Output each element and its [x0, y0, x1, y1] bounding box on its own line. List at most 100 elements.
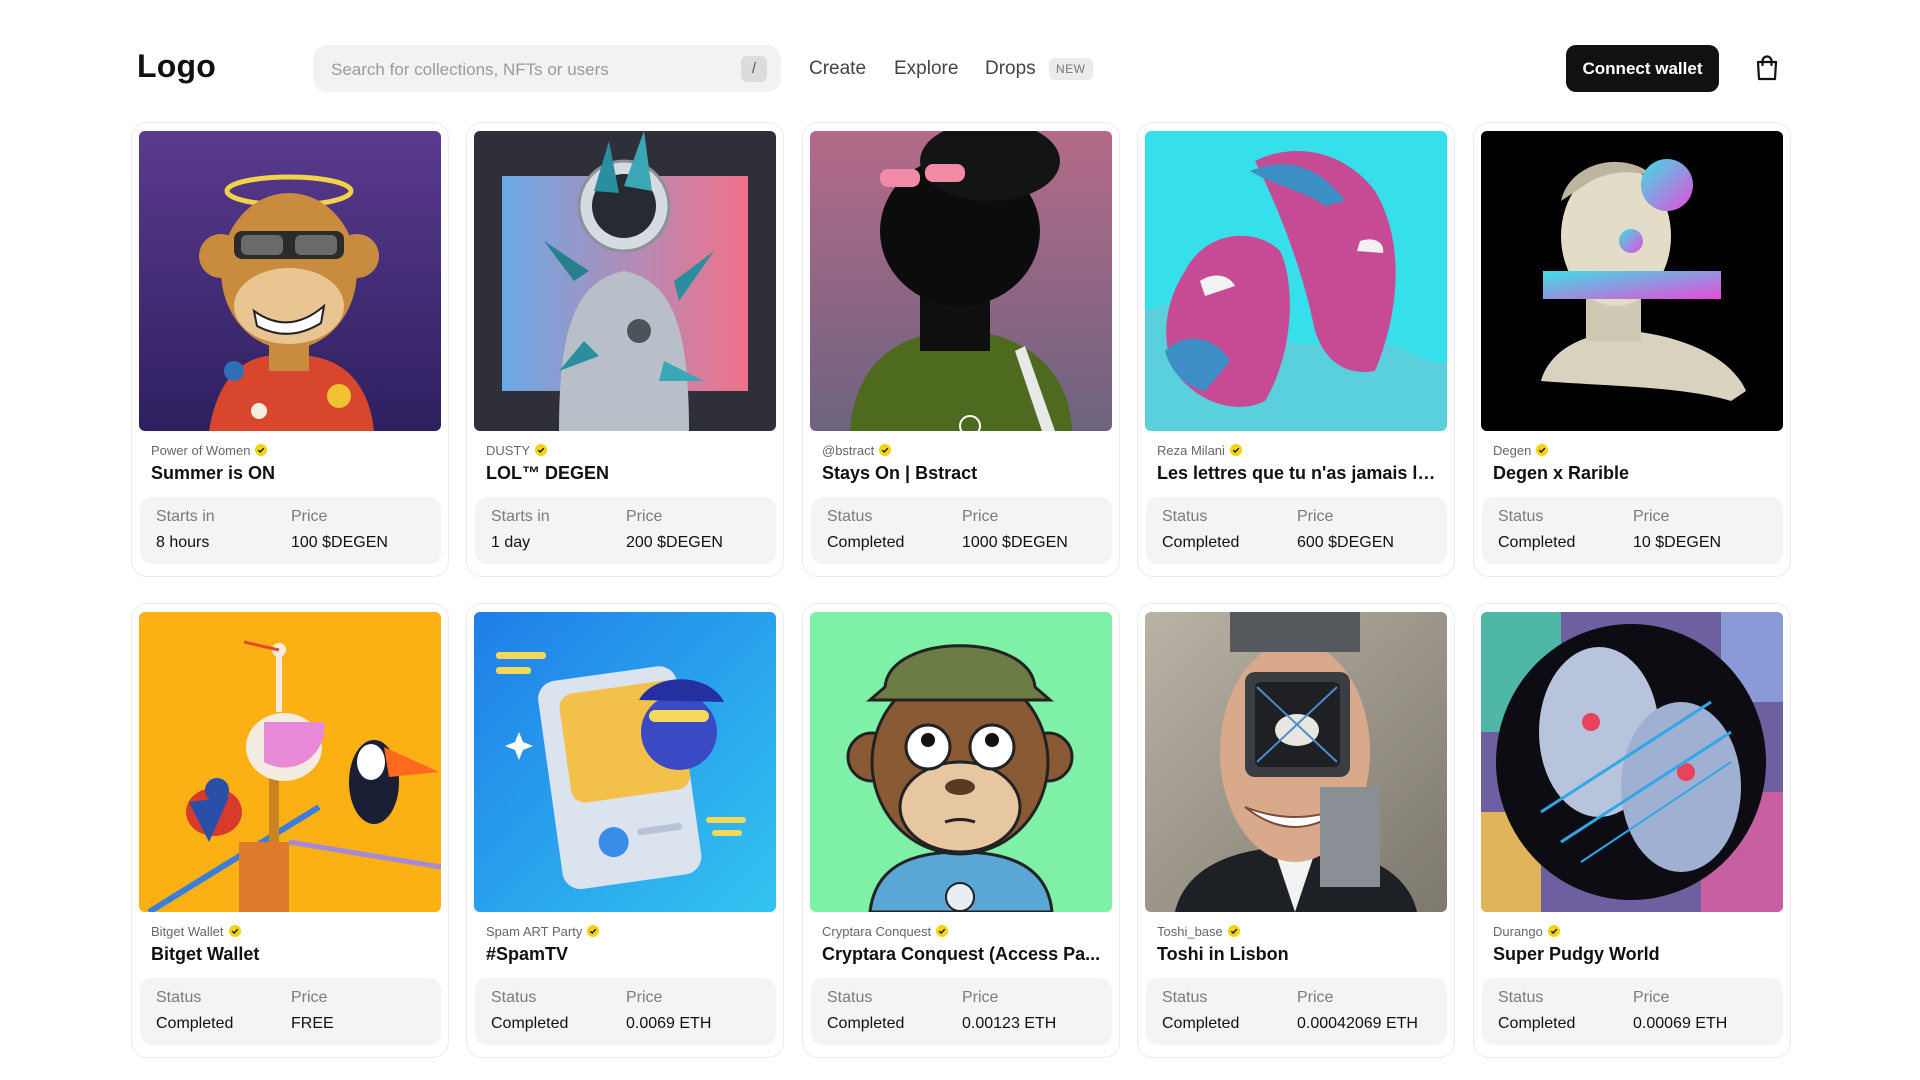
- verified-icon: [879, 444, 892, 456]
- nft-artwork[interactable]: [1481, 612, 1783, 912]
- price-label: Price: [626, 989, 663, 1006]
- nft-artwork[interactable]: [474, 612, 776, 912]
- drop-card[interactable]: Bitget Wallet Bitget Wallet Status Compl…: [131, 603, 449, 1058]
- price-value: 0.00042069 ETH: [1297, 1015, 1418, 1032]
- nft-artwork[interactable]: [1145, 131, 1447, 431]
- collage-faces-art: [1481, 612, 1783, 912]
- creator-row: DUSTY: [486, 443, 548, 459]
- verified-icon: [936, 925, 949, 937]
- top-navigation: Logo / Create Explore Drops NEW Connect …: [0, 0, 1920, 130]
- drop-info-panel: Status Completed Price 0.0069 ETH: [475, 978, 776, 1045]
- price-label: Price: [1297, 508, 1334, 525]
- price-label: Price: [626, 508, 663, 525]
- verified-icon: [1229, 444, 1242, 456]
- drop-title[interactable]: Bitget Wallet: [151, 944, 436, 965]
- nft-artwork[interactable]: [139, 612, 441, 912]
- status-label: Status: [1498, 989, 1544, 1006]
- nft-artwork[interactable]: [139, 131, 441, 431]
- drop-title[interactable]: Summer is ON: [151, 463, 436, 484]
- drop-info-panel: Status Completed Price 0.00042069 ETH: [1146, 978, 1447, 1045]
- verified-icon: [1227, 925, 1240, 937]
- search-bar[interactable]: /: [313, 45, 781, 94]
- creator-name[interactable]: Durango: [1493, 924, 1543, 939]
- drop-card[interactable]: Toshi_base Toshi in Lisbon Status Comple…: [1137, 603, 1455, 1058]
- price-label: Price: [1633, 508, 1670, 525]
- crystal-astronaut-art: [474, 131, 776, 431]
- drop-title[interactable]: LOL™ DEGEN: [486, 463, 771, 484]
- search-input[interactable]: [329, 45, 733, 94]
- drop-title[interactable]: Degen x Rarible: [1493, 463, 1778, 484]
- price-label: Price: [1297, 989, 1334, 1006]
- drop-title[interactable]: Cryptara Conquest (Access Pa...: [822, 944, 1107, 965]
- creator-name[interactable]: Degen: [1493, 443, 1531, 458]
- nft-artwork[interactable]: [1481, 131, 1783, 431]
- status-value: Completed: [491, 1015, 569, 1032]
- status-value: Completed: [827, 534, 905, 551]
- ape-with-halo-art: [139, 131, 441, 431]
- nft-artwork[interactable]: [1145, 612, 1447, 912]
- nav-explore-link[interactable]: Explore: [894, 58, 958, 80]
- drop-card[interactable]: DUSTY LOL™ DEGEN Starts in 1 day Price 2…: [466, 122, 784, 577]
- drop-title[interactable]: #SpamTV: [486, 944, 771, 965]
- drop-title[interactable]: Stays On | Bstract: [822, 463, 1107, 484]
- drop-info-panel: Status Completed Price FREE: [140, 978, 441, 1045]
- drop-card[interactable]: @bstract Stays On | Bstract Status Compl…: [802, 122, 1120, 577]
- drop-info-panel: Status Completed Price 10 $DEGEN: [1482, 497, 1783, 564]
- creator-row: @bstract: [822, 443, 892, 459]
- blue-3d-card-art: [474, 612, 776, 912]
- creator-row: Cryptara Conquest: [822, 924, 949, 940]
- silhouette-pink-glasses-art: [810, 131, 1112, 431]
- status-label: Status: [1498, 508, 1544, 525]
- drop-title[interactable]: Les lettres que tu n'as jamais lu...: [1157, 463, 1442, 484]
- nft-artwork[interactable]: [810, 131, 1112, 431]
- connect-wallet-button[interactable]: Connect wallet: [1566, 45, 1719, 92]
- drop-card[interactable]: Reza Milani Les lettres que tu n'as jama…: [1137, 122, 1455, 577]
- price-value: 0.00123 ETH: [962, 1015, 1057, 1032]
- price-label: Price: [962, 989, 999, 1006]
- marble-bust-art: [1481, 131, 1783, 431]
- creator-name[interactable]: Cryptara Conquest: [822, 924, 931, 939]
- verified-icon: [587, 925, 600, 937]
- drop-card[interactable]: Durango Super Pudgy World Status Complet…: [1473, 603, 1791, 1058]
- status-label: Status: [1162, 989, 1208, 1006]
- price-label: Price: [291, 508, 328, 525]
- drop-card[interactable]: Power of Women Summer is ON Starts in 8 …: [131, 122, 449, 577]
- cartoon-monkey-cap-art: [810, 612, 1112, 912]
- new-badge: NEW: [1049, 58, 1093, 80]
- status-value: 1 day: [491, 534, 531, 551]
- shopping-bag-icon[interactable]: [1751, 52, 1783, 84]
- status-label: Status: [1162, 508, 1208, 525]
- creator-name[interactable]: @bstract: [822, 443, 874, 458]
- logo[interactable]: Logo: [137, 48, 216, 85]
- creator-row: Degen: [1493, 443, 1549, 459]
- search-shortcut-key: /: [741, 56, 767, 82]
- verified-icon: [1547, 925, 1560, 937]
- drop-card[interactable]: Degen Degen x Rarible Status Completed P…: [1473, 122, 1791, 577]
- drop-card[interactable]: Cryptara Conquest Cryptara Conquest (Acc…: [802, 603, 1120, 1058]
- creator-name[interactable]: Reza Milani: [1157, 443, 1225, 458]
- drop-title[interactable]: Super Pudgy World: [1493, 944, 1778, 965]
- nav-create-link[interactable]: Create: [809, 58, 866, 80]
- drop-card[interactable]: Spam ART Party #SpamTV Status Completed …: [466, 603, 784, 1058]
- status-value: 8 hours: [156, 534, 210, 551]
- verified-icon: [255, 444, 268, 456]
- creator-row: Bitget Wallet: [151, 924, 241, 940]
- nft-artwork[interactable]: [474, 131, 776, 431]
- price-value: 600 $DEGEN: [1297, 534, 1394, 551]
- status-label: Status: [827, 508, 873, 525]
- nft-artwork[interactable]: [810, 612, 1112, 912]
- verified-icon: [535, 444, 548, 456]
- creator-name[interactable]: DUSTY: [486, 443, 530, 458]
- creator-name[interactable]: Power of Women: [151, 443, 250, 458]
- creator-name[interactable]: Spam ART Party: [486, 924, 582, 939]
- status-label: Status: [827, 989, 873, 1006]
- nav-drops-link[interactable]: Drops: [985, 58, 1036, 80]
- robot-head-man-art: [1145, 612, 1447, 912]
- creator-row: Power of Women: [151, 443, 268, 459]
- drop-info-panel: Status Completed Price 0.00069 ETH: [1482, 978, 1783, 1045]
- drop-title[interactable]: Toshi in Lisbon: [1157, 944, 1442, 965]
- creator-name[interactable]: Bitget Wallet: [151, 924, 224, 939]
- status-value: Completed: [1162, 534, 1240, 551]
- creator-name[interactable]: Toshi_base: [1157, 924, 1223, 939]
- creator-row: Toshi_base: [1157, 924, 1240, 940]
